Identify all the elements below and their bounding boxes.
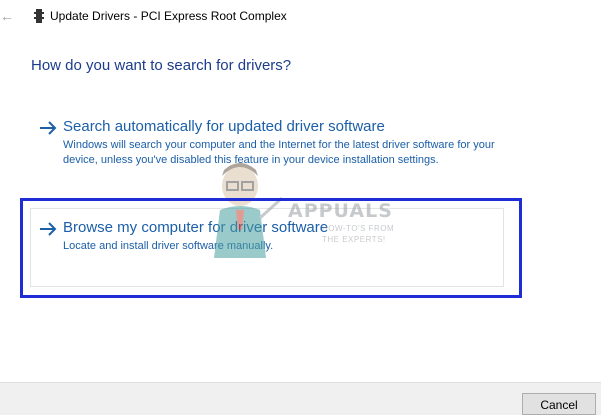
title-bar: ← Update Drivers - PCI Express Root Comp… — [0, 0, 601, 32]
search-automatically-option[interactable]: Search automatically for updated driver … — [38, 118, 508, 188]
right-arrow-icon — [38, 219, 58, 239]
cancel-button[interactable]: Cancel — [522, 393, 596, 415]
page-heading: How do you want to search for drivers? — [31, 57, 292, 74]
device-icon — [34, 9, 44, 28]
right-arrow-icon — [38, 118, 58, 138]
browse-computer-title[interactable]: Browse my computer for driver software — [63, 219, 328, 237]
browse-computer-option[interactable]: Browse my computer for driver software L… — [38, 219, 498, 259]
browse-computer-description: Locate and install driver software manua… — [63, 240, 274, 252]
search-automatically-description: Windows will search your computer and th… — [63, 139, 495, 166]
search-automatically-title[interactable]: Search automatically for updated driver … — [63, 118, 385, 136]
window-title: Update Drivers - PCI Express Root Comple… — [50, 9, 287, 23]
footer-bar: Cancel — [0, 382, 601, 415]
back-arrow-icon[interactable]: ← — [0, 8, 14, 24]
